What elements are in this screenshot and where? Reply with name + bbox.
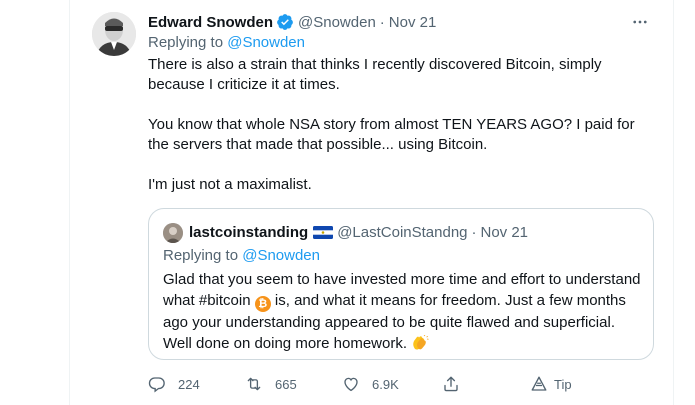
share-icon: [444, 376, 458, 392]
quoted-text: Glad that you seem to have invested more…: [163, 269, 643, 354]
quoted-separator-dot: ·: [471, 223, 477, 241]
reply-count: 224: [178, 376, 200, 392]
quoted-author-handle: @LastCoinStandng: [337, 223, 468, 241]
quoted-replying-to-link: @Snowden: [242, 247, 320, 264]
tweet-text: There is also a strain that thinks I rec…: [148, 55, 638, 195]
quoted-replying-to: Replying to @Snowden: [163, 247, 320, 264]
reply-icon: [148, 377, 165, 393]
bitcoin-emoji-icon: ₿: [254, 296, 271, 312]
tweet-paragraph: I'm just not a maximalist.: [148, 176, 312, 193]
author-avatar[interactable]: [92, 12, 136, 56]
tweet-date[interactable]: Nov 21: [389, 14, 437, 31]
quoted-replying-prefix: Replying to: [163, 247, 239, 264]
author-name[interactable]: Edward Snowden: [148, 14, 273, 31]
tweet-header: Edward Snowden @Snowden · Nov 21: [148, 12, 436, 32]
share-button[interactable]: [442, 374, 460, 394]
more-options-icon[interactable]: [630, 12, 650, 32]
tip-button[interactable]: Tip: [530, 374, 572, 394]
retweet-count: 665: [275, 376, 297, 392]
retweet-icon: [247, 377, 261, 391]
el-salvador-flag-icon: [313, 225, 334, 239]
replying-to-link[interactable]: @Snowden: [227, 34, 305, 51]
like-count: 6.9K: [372, 376, 399, 392]
tip-label: Tip: [554, 376, 572, 392]
replying-prefix: Replying to: [148, 34, 224, 51]
tweet-paragraph: You know that whole NSA story from almos…: [148, 116, 639, 153]
replying-to: Replying to @Snowden: [148, 34, 305, 51]
clapping-hands-emoji-icon: [411, 334, 429, 351]
heart-icon: [344, 377, 358, 392]
like-button[interactable]: 6.9K: [342, 374, 399, 394]
verified-badge-icon: [276, 13, 294, 31]
quoted-header: lastcoinstanding @LastCoinStandng · Nov …: [189, 222, 528, 242]
quoted-date: Nov 21: [480, 223, 529, 241]
separator-dot: ·: [379, 13, 385, 31]
quoted-author-avatar: [163, 223, 183, 243]
tweet-actions: 224 665 6.9K Tip: [148, 374, 618, 394]
tip-icon: [531, 376, 547, 391]
quoted-tweet[interactable]: lastcoinstanding @LastCoinStandng · Nov …: [148, 208, 654, 360]
quoted-author-name: lastcoinstanding: [189, 223, 309, 241]
reply-button[interactable]: 224: [148, 374, 200, 394]
retweet-button[interactable]: 665: [245, 374, 297, 394]
tweet-paragraph: There is also a strain that thinks I rec…: [148, 56, 606, 93]
author-handle[interactable]: @Snowden: [298, 14, 376, 31]
